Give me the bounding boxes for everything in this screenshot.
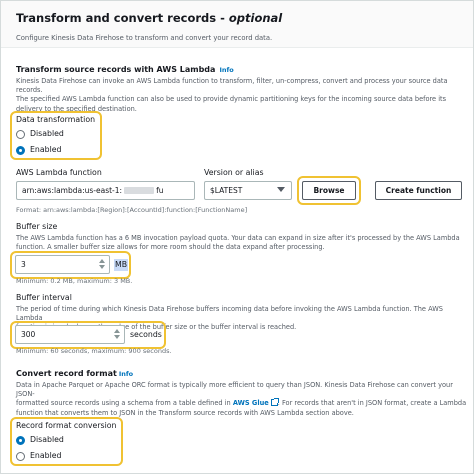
record-format-enabled-radio[interactable]: Enabled (16, 451, 62, 461)
buffer-size-input[interactable]: 3 (15, 255, 110, 274)
lambda-function-input[interactable]: arn:aws:lambda:us-east-1: fu (16, 181, 195, 200)
aws-glue-link[interactable]: AWS Glue (233, 399, 269, 407)
buffer-interval-input[interactable]: 300 (15, 325, 125, 344)
convert-section-description: Data in Apache Parquet or Apache ORC for… (16, 381, 467, 417)
buffer-size-unit: MB (114, 259, 129, 272)
record-format-disabled-radio[interactable]: Disabled (16, 435, 64, 445)
buffer-interval-unit: seconds (130, 330, 162, 339)
convert-info-link[interactable]: Info (119, 370, 133, 378)
radio-disabled[interactable] (16, 435, 25, 445)
radio-disabled[interactable] (16, 129, 25, 139)
version-label: Version or alias (204, 168, 264, 177)
convert-section-title: Convert record format Info (16, 369, 134, 378)
panel-title: Transform and convert records - optional (16, 11, 283, 25)
external-link-icon (270, 398, 279, 407)
stepper-icon[interactable] (99, 258, 106, 271)
buffer-size-label: Buffer size (16, 222, 58, 231)
browse-button[interactable]: Browse (302, 181, 356, 200)
stepper-icon[interactable] (114, 328, 121, 341)
radio-enabled[interactable] (16, 451, 25, 461)
data-transformation-label: Data transformation (16, 115, 96, 124)
data-transformation-disabled-radio[interactable]: Disabled (16, 129, 64, 139)
lambda-format-hint: Format: arn:aws:lambda:[Region]:[Account… (16, 206, 248, 214)
optional-label: optional (228, 11, 283, 25)
buffer-size-hint: Minimum: 0.2 MB, maximum: 3 MB. (16, 277, 133, 285)
create-function-button[interactable]: Create function (375, 181, 462, 200)
chevron-down-icon (277, 187, 285, 192)
lambda-info-link[interactable]: Info (219, 66, 233, 74)
lambda-section-description: Kinesis Data Firehose can invoke an AWS … (16, 77, 448, 113)
version-select[interactable]: $LATEST (204, 181, 292, 200)
panel-header: Transform and convert records - optional… (1, 1, 473, 48)
buffer-interval-hint: Minimum: 60 seconds, maximum: 900 second… (16, 347, 172, 355)
buffer-size-description: The AWS Lambda function has a 6 MB invoc… (16, 234, 460, 252)
radio-enabled[interactable] (16, 145, 25, 155)
lambda-function-label: AWS Lambda function (16, 168, 102, 177)
data-transformation-enabled-radio[interactable]: Enabled (16, 145, 62, 155)
lambda-section-title: Transform source records with AWS Lambda… (16, 65, 234, 74)
transform-convert-panel: Transform and convert records - optional… (0, 0, 474, 474)
buffer-interval-label: Buffer interval (16, 293, 72, 302)
panel-subtitle: Configure Kinesis Data Firehose to trans… (16, 34, 273, 42)
redacted-account-id (124, 187, 155, 194)
record-format-conversion-label: Record format conversion (16, 421, 117, 430)
